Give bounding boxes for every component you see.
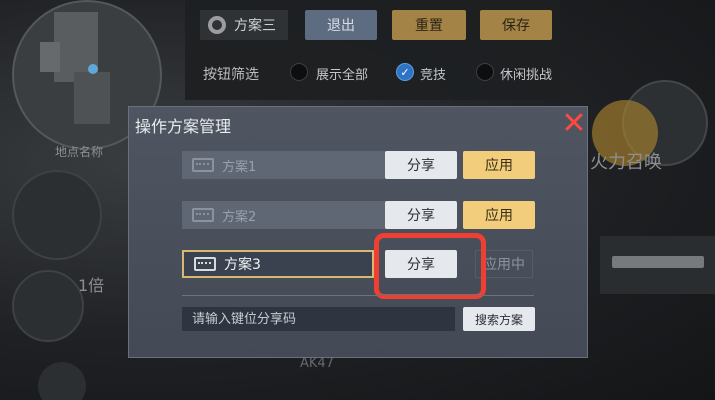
crouch-button-icon xyxy=(12,270,84,342)
apply-button-scheme-1[interactable]: 应用 xyxy=(463,151,535,179)
keyboard-icon xyxy=(194,257,216,271)
dialog-title: 操作方案管理 xyxy=(135,117,232,136)
scheme-management-dialog: 操作方案管理 ✕ 方案1 分享 应用 方案2 分享 应用 方案3 分享 应用中 … xyxy=(128,106,588,358)
apply-button-scheme-2[interactable]: 应用 xyxy=(463,201,535,229)
highlight-annotation xyxy=(374,233,486,299)
player-marker-icon xyxy=(88,64,98,74)
scheme-row-3[interactable]: 方案3 xyxy=(182,250,374,278)
divider xyxy=(182,295,534,296)
reset-button[interactable]: 重置 xyxy=(392,10,466,40)
search-scheme-button[interactable]: 搜索方案 xyxy=(463,307,535,331)
scheme-row-1[interactable]: 方案1 xyxy=(182,151,392,179)
scope-label: 1倍 xyxy=(78,276,105,295)
share-button-scheme-1[interactable]: 分享 xyxy=(385,151,457,179)
fire-support-label: 火力召唤 xyxy=(590,152,662,173)
filter-show-all-radio[interactable] xyxy=(290,63,308,81)
jump-button-icon xyxy=(12,170,102,260)
filter-show-all-label[interactable]: 展示全部 xyxy=(316,64,368,83)
current-scheme[interactable]: 方案三 xyxy=(200,10,288,40)
filter-casual-label[interactable]: 休闲挑战 xyxy=(500,64,552,83)
map-location-label: 地点名称 xyxy=(55,145,104,159)
gear-icon xyxy=(208,16,226,34)
weapon-label: AK47 xyxy=(300,356,334,371)
scheme-row-2[interactable]: 方案2 xyxy=(182,201,392,229)
close-icon[interactable]: ✕ xyxy=(559,109,589,141)
save-button[interactable]: 保存 xyxy=(480,10,552,40)
filter-competitive-label[interactable]: 竞技 xyxy=(420,64,446,83)
button-filter-label: 按钮筛选 xyxy=(203,67,259,83)
scheme-name: 方案1 xyxy=(222,159,257,175)
scheme-name: 方案3 xyxy=(224,257,261,273)
current-scheme-name: 方案三 xyxy=(234,18,276,34)
rifle-icon xyxy=(612,256,704,268)
filter-casual-radio[interactable] xyxy=(476,63,494,81)
share-button-scheme-2[interactable]: 分享 xyxy=(385,201,457,229)
share-code-input[interactable] xyxy=(182,307,455,331)
filter-competitive-radio[interactable]: ✓ xyxy=(396,63,414,81)
keyboard-icon xyxy=(192,158,214,172)
scheme-name: 方案2 xyxy=(222,209,257,225)
keyboard-icon xyxy=(192,208,214,222)
exit-button[interactable]: 退出 xyxy=(305,10,377,40)
